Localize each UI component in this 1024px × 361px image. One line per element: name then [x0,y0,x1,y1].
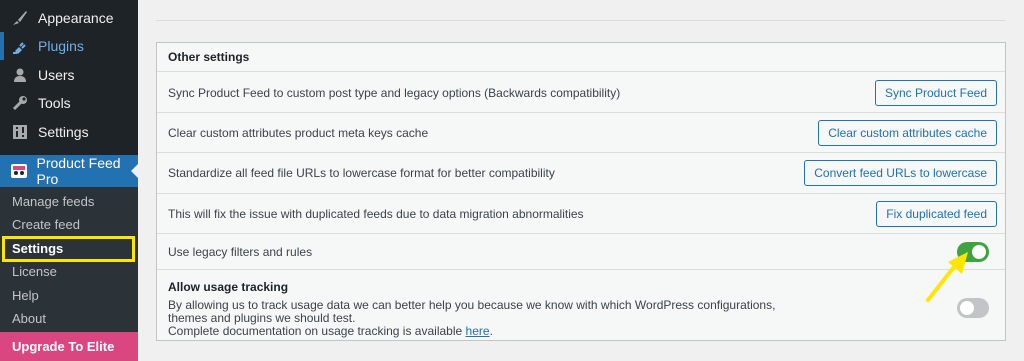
sidebar-item-label: Settings [38,124,89,140]
convert-urls-lowercase-button[interactable]: Convert feed URLs to lowercase [804,160,997,186]
sidebar-item-label: Tools [38,95,71,111]
row-description: Standardize all feed file URLs to lowerc… [168,166,555,180]
other-settings-panel: Other settings Sync Product Feed to cust… [156,42,1006,341]
fix-duplicated-feed-button[interactable]: Fix duplicated feed [876,201,997,227]
submenu-create-feed[interactable]: Create feed [12,217,80,233]
tracking-doc-text: Complete documentation on usage tracking… [168,324,463,338]
settings-row: This will fix the issue with duplicated … [157,194,1005,234]
admin-sidebar: Appearance Plugins Users Tools Settings … [0,0,139,361]
sidebar-item-label: Plugins [38,38,84,54]
sidebar-item-label: Product Feed Pro [36,155,121,187]
tracking-description: By allowing us to track usage data we ca… [168,299,798,338]
settings-highlight-box [2,236,135,262]
paintbrush-icon [10,8,30,28]
sync-product-feed-button[interactable]: Sync Product Feed [874,80,997,106]
row-description: Clear custom attributes product meta key… [168,125,429,140]
upgrade-to-elite-link[interactable]: Upgrade To Elite [0,332,138,361]
settings-sliders-icon [10,122,30,142]
sidebar-item-label: Users [38,67,75,83]
product-feed-icon [10,161,29,181]
submenu-help[interactable]: Help [12,288,39,304]
tracking-doc-link[interactable]: here [466,324,490,338]
settings-row: Standardize all feed file URLs to lowerc… [157,153,1005,194]
users-icon [10,65,30,85]
tracking-desc-text: By allowing us to track usage data we ca… [168,298,776,325]
row-description: Sync Product Feed to custom post type an… [168,85,621,100]
settings-row: Use legacy filters and rules [157,234,1005,270]
row-description: Use legacy filters and rules [168,244,313,259]
settings-row: Clear custom attributes product meta key… [157,113,1005,153]
submenu-about[interactable]: About [12,311,46,327]
wrench-icon [10,93,30,113]
settings-row: Sync Product Feed to custom post type an… [157,73,1005,113]
row-description: This will fix the issue with duplicated … [168,206,584,221]
tracking-title: Allow usage tracking [168,280,289,294]
sidebar-item-label: Appearance [38,10,114,26]
panel-title: Other settings [157,43,1005,72]
sidebar-item-appearance[interactable]: Appearance [0,4,138,32]
usage-tracking-row: Allow usage tracking By allowing us to t… [157,270,1005,340]
plugin-icon [10,36,30,56]
divider [156,20,1006,21]
submenu-manage-feeds[interactable]: Manage feeds [12,194,94,210]
sidebar-item-users[interactable]: Users [0,61,138,89]
sidebar-item-plugins[interactable]: Plugins [0,32,138,60]
main-content: Other settings Sync Product Feed to cust… [138,0,1024,361]
sidebar-item-tools[interactable]: Tools [0,89,138,117]
annotation-arrow-icon [926,252,968,302]
clear-attributes-cache-button[interactable]: Clear custom attributes cache [818,120,997,146]
sidebar-item-product-feed-pro[interactable]: Product Feed Pro [0,155,139,187]
tracking-doc-suffix: . [489,324,493,338]
sidebar-item-settings[interactable]: Settings [0,118,138,146]
submenu-license[interactable]: License [12,264,57,280]
